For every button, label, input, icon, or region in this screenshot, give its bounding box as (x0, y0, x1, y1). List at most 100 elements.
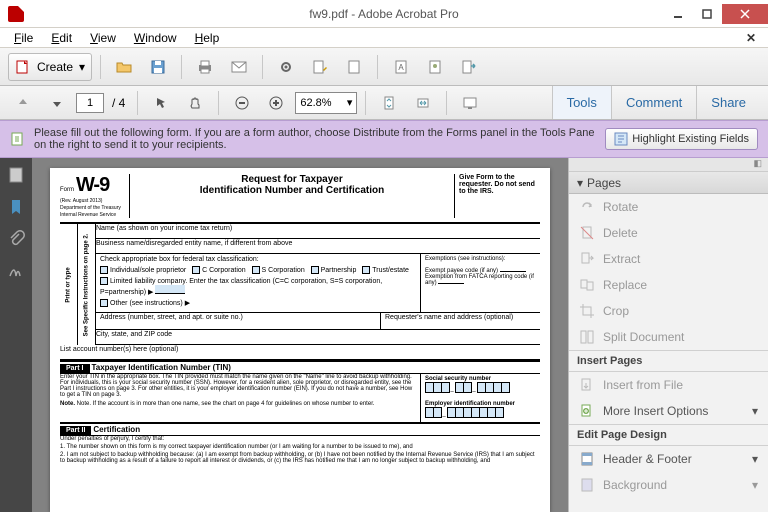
form-irs: Internal Revenue Service (60, 212, 116, 218)
open-button[interactable] (109, 53, 139, 81)
header-footer-item[interactable]: Header & Footer▾ (569, 446, 768, 472)
more-insert-item[interactable]: More Insert Options▾ (569, 398, 768, 424)
form-give: Give Form to the requester. Do not send … (454, 174, 540, 218)
zoom-dropdown[interactable]: 62.8%▾ (295, 92, 357, 114)
share-tab[interactable]: Share (696, 86, 760, 119)
document-a-icon: A (393, 59, 409, 75)
chevron-down-icon: ▾ (752, 404, 758, 418)
checkbox-c-corp[interactable] (192, 266, 200, 274)
select-tool-button[interactable] (146, 89, 176, 117)
chevron-down-icon: ▾ (752, 452, 758, 466)
stamp-button[interactable] (420, 53, 450, 81)
form-title2: Identification Number and Certification (136, 185, 448, 196)
hand-tool-button[interactable] (180, 89, 210, 117)
envelope-icon (231, 59, 247, 75)
cert-1: 1. The number shown on this form is my c… (60, 444, 540, 450)
checkbox-individual[interactable] (100, 266, 108, 274)
checkbox-s-corp[interactable] (252, 266, 260, 274)
attachments-icon[interactable] (7, 230, 25, 248)
background-item[interactable]: Background▾ (569, 472, 768, 498)
window-title: fw9.pdf - Adobe Acrobat Pro (309, 7, 458, 21)
replace-item[interactable]: Replace (569, 272, 768, 298)
highlight-fields-button[interactable]: Highlight Existing Fields (605, 128, 758, 150)
export-button[interactable] (454, 53, 484, 81)
crop-item[interactable]: Crop (569, 298, 768, 324)
business-field-row: Business name/disregarded entity name, i… (96, 239, 540, 254)
checkbox-llc[interactable] (100, 277, 108, 285)
svg-text:A: A (398, 63, 404, 72)
delete-item[interactable]: Delete (569, 220, 768, 246)
window-minimize-button[interactable] (664, 4, 692, 24)
main-toolbar: Create ▾ A (0, 48, 768, 86)
cert-2: 2. I am not subject to backup withholdin… (60, 452, 540, 464)
extract-item[interactable]: Extract (569, 246, 768, 272)
document-viewport[interactable]: Form W-9 (Rev. August 2013) Department o… (32, 158, 568, 512)
split-icon (579, 329, 595, 345)
cursor-icon (154, 96, 168, 110)
nav-toolbar: / 4 62.8%▾ Tools Comment Share (0, 86, 768, 120)
name-field-row: Name (as shown on your income tax return… (96, 224, 540, 239)
comment-tab[interactable]: Comment (611, 86, 696, 119)
plus-icon (269, 96, 283, 110)
export-icon (461, 59, 477, 75)
zoom-out-button[interactable] (227, 89, 257, 117)
part1-title: Taxpayer Identification Number (TIN) (91, 363, 230, 372)
minus-icon (235, 96, 249, 110)
split-item[interactable]: Split Document (569, 324, 768, 350)
checkbox-partnership[interactable] (311, 266, 319, 274)
signatures-icon[interactable] (7, 262, 25, 280)
form-edit-icon (312, 59, 328, 75)
print-button[interactable] (190, 53, 220, 81)
form-revision: (Rev. August 2013) (60, 198, 102, 204)
settings-button[interactable] (271, 53, 301, 81)
menu-window[interactable]: Window (126, 29, 185, 47)
menu-file[interactable]: File (6, 29, 41, 47)
fit-width-button[interactable] (408, 89, 438, 117)
zoom-in-button[interactable] (261, 89, 291, 117)
email-button[interactable] (224, 53, 254, 81)
delete-icon (579, 225, 595, 241)
stamp-icon (427, 59, 443, 75)
chevron-down-icon: ▾ (79, 60, 85, 74)
address-label: Address (number, street, and apt. or sui… (100, 314, 243, 321)
llc-class-field[interactable] (155, 285, 185, 294)
page-up-button[interactable] (8, 89, 38, 117)
close-doc-button[interactable]: ✕ (740, 31, 762, 45)
account-label: List account number(s) here (optional) (60, 346, 178, 353)
side-print-label: Print or type (66, 267, 72, 302)
create-button[interactable]: Create ▾ (8, 53, 92, 81)
menu-help[interactable]: Help (187, 29, 228, 47)
checkbox-other[interactable] (100, 299, 108, 307)
save-button[interactable] (143, 53, 173, 81)
arrow-up-icon (17, 97, 29, 109)
page-icon (346, 59, 362, 75)
replace-icon (579, 277, 595, 293)
classification-lead: Check appropriate box for federal tax cl… (100, 256, 416, 263)
read-mode-button[interactable] (455, 89, 485, 117)
bookmarks-icon[interactable] (7, 198, 25, 216)
window-close-button[interactable] (722, 4, 768, 24)
left-nav-strip (0, 158, 32, 512)
menu-edit[interactable]: Edit (43, 29, 80, 47)
checkbox-trust[interactable] (362, 266, 370, 274)
pages-panel-header[interactable]: ▾ Pages (569, 172, 768, 194)
window-maximize-button[interactable] (693, 4, 721, 24)
pane-collapse-button[interactable]: ◧ (569, 158, 768, 172)
page-view-button[interactable] (339, 53, 369, 81)
page-number-input[interactable] (76, 93, 104, 113)
screen-icon (463, 96, 477, 110)
document-page: Form W-9 (Rev. August 2013) Department o… (50, 168, 550, 512)
forms-button[interactable] (305, 53, 335, 81)
insert-pages-section: Insert Pages (569, 350, 768, 372)
insert-file-item[interactable]: Insert from File (569, 372, 768, 398)
ocr-button[interactable]: A (386, 53, 416, 81)
page-down-button[interactable] (42, 89, 72, 117)
rotate-item[interactable]: Rotate (569, 194, 768, 220)
thumbnails-icon[interactable] (7, 166, 25, 184)
requester-label: Requester's name and address (optional) (385, 314, 513, 321)
fit-page-button[interactable] (374, 89, 404, 117)
tools-tab[interactable]: Tools (552, 86, 611, 119)
menu-view[interactable]: View (82, 29, 124, 47)
form-dept: Department of the Treasury (60, 205, 121, 211)
side-instructions-label: See Specific Instructions on page 2. (84, 233, 90, 336)
